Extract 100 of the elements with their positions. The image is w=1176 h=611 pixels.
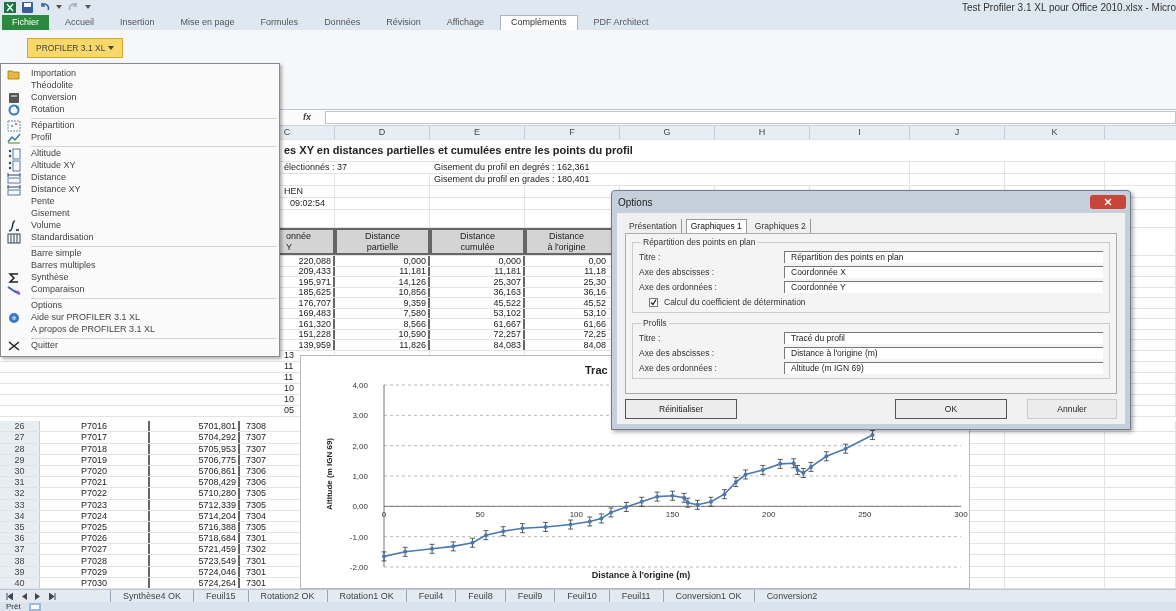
ribbon-tab[interactable]: Affichage <box>436 15 495 30</box>
close-button[interactable] <box>1090 195 1126 209</box>
row-header[interactable]: 40 <box>0 577 40 588</box>
integral-icon <box>7 220 21 232</box>
cell-text: 5716,388 <box>198 521 236 532</box>
table-cell: 0,000 <box>498 255 521 266</box>
cell-text: 5724,046 <box>198 566 236 577</box>
tick-label: 50 <box>475 510 485 520</box>
table-cell: 139,959 <box>298 339 331 350</box>
dialog-tab[interactable]: Graphiques 1 <box>685 219 747 233</box>
menu-item[interactable]: Aide sur PROFILER 3.1 XL <box>1 312 279 324</box>
cell-text: 7305 <box>246 521 267 532</box>
ribbon-tab[interactable]: Accueil <box>55 15 105 30</box>
ribbon-tab[interactable]: Données <box>314 15 371 30</box>
table-cell: 220,088 <box>298 255 331 266</box>
caret-icon <box>56 4 62 10</box>
row-header[interactable]: 31 <box>0 477 40 488</box>
column-header[interactable]: E <box>430 126 525 139</box>
data-point <box>429 543 435 554</box>
cell-text: 5706,861 <box>198 466 236 477</box>
column-header[interactable]: H <box>715 126 810 139</box>
checkbox[interactable] <box>649 297 658 307</box>
cell-text: P7020 <box>81 466 107 477</box>
row-header[interactable]: 35 <box>0 521 40 533</box>
row-header[interactable]: 37 <box>0 544 40 555</box>
row-header[interactable]: 28 <box>0 443 40 454</box>
menu-item[interactable]: Quitter <box>1 340 279 352</box>
addin-dropdown-button[interactable]: PROFILER 3.1 XL <box>27 38 124 58</box>
table-cell: 53,102 <box>493 308 521 319</box>
cell-text: 13 <box>284 348 294 362</box>
checkbox-option[interactable]: Calcul du coefficient de détermination <box>639 296 1103 308</box>
ribbon-tab[interactable]: Compléments <box>500 15 578 30</box>
menu-item[interactable]: Altitude <box>1 148 279 160</box>
calculator-icon <box>7 92 21 104</box>
column-header[interactable]: G <box>620 126 715 139</box>
cell-text: P7016 <box>81 421 107 432</box>
row-header[interactable]: 38 <box>0 555 40 566</box>
row-header[interactable]: 27 <box>0 432 40 443</box>
row-header[interactable]: 32 <box>0 488 40 499</box>
menu-item[interactable]: Barres multiples <box>1 260 279 272</box>
tick-label: 100 <box>569 510 583 520</box>
tick-label: 2,00 <box>352 441 368 451</box>
menu-item[interactable]: Conversion <box>1 92 279 104</box>
text-field[interactable]: Distance à l'origine (m) <box>784 347 1103 359</box>
cell-text: 7305 <box>246 499 267 510</box>
column-header[interactable]: D <box>335 126 430 139</box>
dialog-button[interactable]: OK <box>895 399 1007 419</box>
table-cell: 72,25 <box>583 329 606 340</box>
row-header[interactable]: 34 <box>0 510 40 521</box>
table-cell: 10,590 <box>398 329 426 340</box>
table-cell: 161,320 <box>298 318 331 329</box>
menu-item[interactable]: A propos de PROFILER 3.1 XL <box>1 324 279 336</box>
menu-item[interactable]: Options <box>1 300 279 312</box>
menu-item[interactable]: Gisement <box>1 208 279 220</box>
table-cell: 84,08 <box>583 339 606 350</box>
line-chart-icon <box>7 132 21 144</box>
save-icon <box>22 1 33 13</box>
text-field[interactable]: Coordonnée Y <box>784 281 1103 293</box>
ribbon-tab[interactable]: Mise en page <box>170 15 245 30</box>
menu-item[interactable]: Altitude XY <box>1 160 279 172</box>
cell-text: 11 <box>284 359 294 373</box>
row-header[interactable]: 26 <box>0 421 40 432</box>
column-header[interactable]: K <box>1005 126 1105 139</box>
ribbon-tab[interactable]: Insertion <box>110 15 165 30</box>
group-legend: Profils <box>641 318 669 329</box>
row-header[interactable]: 30 <box>0 465 40 477</box>
menu-item[interactable]: Pente <box>1 196 279 208</box>
ribbon-tab[interactable]: Révision <box>376 15 431 30</box>
text-field[interactable]: Coordonnée X <box>784 266 1103 278</box>
ribbon-tab[interactable]: PDF Architect <box>583 15 659 30</box>
menu-item[interactable]: Importation <box>1 68 279 80</box>
menu-item[interactable]: Distance <box>1 172 279 184</box>
row-header[interactable]: 39 <box>0 566 40 577</box>
column-header[interactable]: J <box>910 126 1005 139</box>
menu-item[interactable]: Théodolite <box>1 80 279 92</box>
dialog-button[interactable]: Réinitialiser <box>625 399 737 419</box>
row-header[interactable]: 36 <box>0 533 40 544</box>
data-point <box>694 499 701 510</box>
ribbon-tab[interactable]: Formules <box>250 15 309 30</box>
text-field[interactable]: Altitude (m IGN 69) <box>784 362 1103 374</box>
table-cell: 176,707 <box>298 297 331 308</box>
text-field[interactable]: Répartition des points en plan <box>784 251 1103 263</box>
row-header[interactable]: 29 <box>0 454 40 465</box>
cell-text: P7023 <box>81 499 107 510</box>
dialog-button[interactable]: Annuler <box>1027 399 1117 419</box>
column-header[interactable]: I <box>810 126 910 139</box>
row-header[interactable]: 33 <box>0 499 40 510</box>
column-header[interactable]: F <box>525 126 620 139</box>
formula-field[interactable] <box>325 111 1176 124</box>
ribbon-tab[interactable]: Fichier <box>2 15 49 30</box>
menu-item[interactable]: Comparaison <box>1 284 279 296</box>
menu-item[interactable]: Synthèse <box>1 272 279 284</box>
menu-item[interactable]: Rotation <box>1 104 279 116</box>
menu-item[interactable]: Distance XY <box>1 184 279 196</box>
field-label: Axe des abscisses : <box>639 265 716 279</box>
table-cell: 84,083 <box>493 339 521 350</box>
tick-label: 0 <box>381 510 387 520</box>
text-field[interactable]: Tracé du profil <box>784 332 1103 344</box>
tick-label: 300 <box>954 510 968 520</box>
tick-label: 1,00 <box>352 472 368 481</box>
